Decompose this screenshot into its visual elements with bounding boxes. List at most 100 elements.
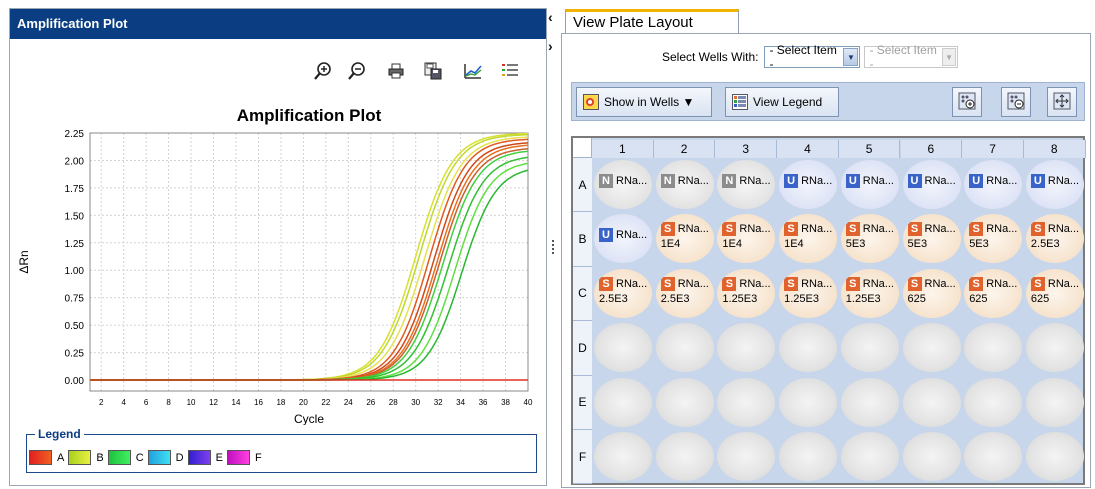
row-header[interactable]: A (573, 158, 592, 213)
zoom-in-icon[interactable] (313, 61, 333, 81)
plate-well[interactable] (1025, 432, 1084, 481)
legend-swatch (187, 450, 211, 465)
plate-well[interactable] (655, 323, 714, 373)
expand-right-icon[interactable]: › (548, 38, 553, 54)
plate-well[interactable]: S RNa... 1E4 (655, 214, 714, 264)
plate-well[interactable] (964, 432, 1023, 481)
plate-well[interactable]: S RNa... 1.25E3 (840, 268, 899, 318)
zoom-out-wells-button[interactable] (1001, 87, 1031, 117)
column-header[interactable]: 6 (900, 140, 963, 158)
plate-well[interactable] (594, 432, 652, 481)
row-header[interactable]: C (573, 266, 592, 322)
plate-well[interactable]: S RNa... 5E3 (902, 214, 961, 264)
plate-well[interactable]: S RNa... 1.25E3 (717, 268, 776, 318)
plate-well[interactable] (779, 323, 838, 373)
plate-well[interactable]: N RNa... (717, 160, 776, 209)
plate-well[interactable]: S RNa... 625 (964, 268, 1023, 318)
plate-well[interactable]: U RNa... (964, 160, 1023, 209)
column-header[interactable]: 3 (715, 140, 778, 158)
zoom-out-icon[interactable] (347, 61, 367, 81)
plate-well[interactable]: S RNa... 2.5E3 (655, 268, 714, 318)
plate-well[interactable] (840, 323, 899, 373)
task-U-icon: U (599, 228, 613, 243)
save-icon[interactable] (423, 61, 443, 81)
plate-well[interactable] (717, 432, 776, 481)
plate-well[interactable] (840, 377, 899, 427)
plate-well[interactable] (779, 377, 838, 427)
plate-well[interactable] (655, 377, 714, 427)
collapse-left-icon[interactable]: ‹ (548, 9, 553, 25)
plate-well[interactable]: S RNa... 1E4 (717, 214, 776, 264)
y-tick-label: 2.25 (65, 129, 85, 140)
splitter-grip-icon[interactable] (552, 240, 554, 254)
plate-well[interactable]: U RNa... (840, 160, 899, 209)
select-item-1-value: - Select Item - (769, 43, 837, 71)
plate-well[interactable] (902, 323, 961, 373)
plate-well[interactable] (902, 432, 961, 481)
panel-divider[interactable]: ‹ › (548, 0, 560, 489)
plate-well[interactable]: N RNa... (594, 160, 652, 209)
legend-grid-icon (732, 94, 748, 110)
column-header[interactable]: 2 (653, 140, 716, 158)
legend-entry: B (68, 450, 104, 465)
legend-toggle-icon[interactable] (500, 61, 520, 81)
plate-well[interactable]: U RNa... (902, 160, 961, 209)
well-target-name: RNa... (801, 175, 833, 187)
plate-well[interactable]: S RNa... 2.5E3 (594, 268, 652, 318)
well-quantity: 1.25E3 (845, 292, 881, 305)
plate-well[interactable]: S RNa... 625 (1025, 268, 1084, 318)
amplification-curve (90, 138, 529, 381)
row-header[interactable]: D (573, 321, 592, 376)
fit-wells-button[interactable] (1047, 87, 1077, 117)
plate-well[interactable]: S RNa... 5E3 (964, 214, 1023, 264)
plate-well[interactable] (840, 432, 899, 481)
plate-well[interactable] (717, 377, 776, 427)
well-target-name: RNa... (677, 223, 709, 236)
column-header[interactable]: 4 (777, 140, 839, 158)
plate-well[interactable]: S RNa... 625 (902, 268, 961, 318)
select-wells-label: Select Wells With: (662, 50, 759, 64)
plate-well[interactable]: U RNa... (594, 214, 652, 264)
chevron-down-icon[interactable]: ▼ (843, 48, 859, 66)
plate-well[interactable]: S RNa... 1.25E3 (779, 268, 838, 318)
plate-well[interactable] (1025, 323, 1084, 373)
row-header[interactable]: E (573, 375, 592, 430)
well-quantity: 1.25E3 (722, 292, 758, 305)
plate-well[interactable] (594, 377, 652, 427)
plate-well[interactable]: S RNa... 1E4 (779, 214, 838, 264)
y-tick-label: 0.00 (65, 376, 85, 387)
show-in-wells-label: Show in Wells ▼ (604, 95, 695, 109)
plate-well[interactable]: U RNa... (779, 160, 838, 209)
row-header[interactable]: B (573, 212, 592, 267)
show-in-wells-button[interactable]: Show in Wells ▼ (576, 87, 712, 117)
plate-well[interactable] (1025, 377, 1084, 427)
tab-view-plate-layout[interactable]: View Plate Layout (565, 9, 739, 34)
plate-well[interactable]: S RNa... 2.5E3 (1025, 214, 1084, 264)
column-header[interactable]: 5 (838, 140, 901, 158)
plate-well[interactable] (655, 432, 714, 481)
well-target-name: RNa... (986, 223, 1018, 236)
column-header[interactable]: 7 (962, 140, 1024, 158)
plate-well[interactable]: S RNa... 5E3 (840, 214, 899, 264)
plate-well[interactable] (717, 323, 776, 373)
plate-well[interactable] (779, 432, 838, 481)
view-legend-button[interactable]: View Legend (725, 87, 839, 117)
amplification-curve (90, 142, 529, 381)
legend-entry: F (226, 450, 262, 465)
column-header[interactable]: 8 (1023, 140, 1086, 158)
plate-well[interactable]: N RNa... (655, 160, 714, 209)
zoom-in-wells-button[interactable] (952, 87, 982, 117)
plate-well[interactable] (594, 323, 652, 373)
select-item-dropdown-1[interactable]: - Select Item - ▼ (764, 43, 861, 71)
row-header[interactable]: F (573, 430, 592, 485)
column-header[interactable]: 1 (592, 140, 654, 158)
legend-label: D (175, 451, 184, 464)
plot-settings-icon[interactable] (463, 61, 483, 81)
plate-well[interactable] (964, 377, 1023, 427)
task-S-icon: S (1030, 222, 1045, 237)
print-icon[interactable] (386, 61, 406, 81)
plate-well[interactable] (902, 377, 961, 427)
plate-well[interactable] (964, 323, 1023, 373)
legend-label: C (135, 451, 144, 464)
plate-well[interactable]: U RNa... (1025, 160, 1084, 209)
